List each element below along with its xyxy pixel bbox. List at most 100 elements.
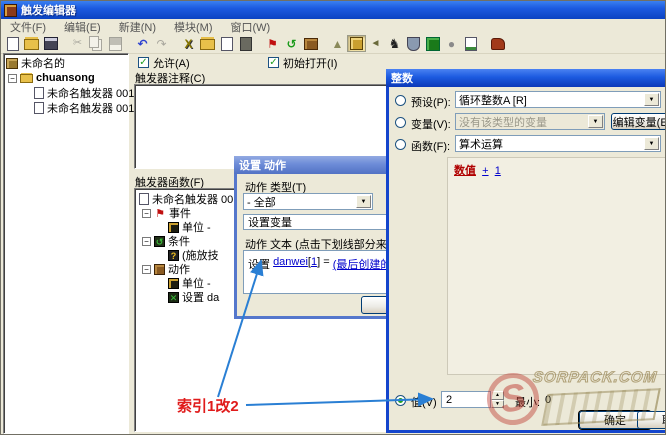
sound-editor-icon[interactable] [366,35,385,52]
integer-cancel-label: 取消 [662,412,666,428]
action-item-label: 设置 da [182,289,219,305]
min-value: 0 [545,394,551,406]
set-variable-icon: ✕ [168,292,179,303]
object-editor-icon[interactable] [385,35,404,52]
collapse-toggle[interactable]: − [8,74,17,83]
variables-icon[interactable] [179,35,198,52]
ftree-condition-item[interactable]: ? (施放技 [168,248,219,262]
question-icon: ? [168,250,179,261]
preset-radio[interactable] [395,95,406,106]
expression-op-link[interactable]: + [482,165,488,177]
action-icon [154,264,165,275]
menu-new[interactable]: 新建(N) [110,19,165,35]
tree-category-chuansong[interactable]: − chuansong [8,71,95,85]
dropdown-arrow-icon[interactable]: ▼ [588,115,603,128]
menu-edit[interactable]: 编辑(E) [55,19,110,35]
expression-a-link[interactable]: 数值 [454,165,476,177]
ftree-action-item-set[interactable]: ✕ 设置 da [168,290,219,304]
action-type-dropdown[interactable]: - 全部 ▼ [243,193,373,210]
save-map-icon[interactable] [41,35,60,52]
integer-cancel-button[interactable]: 取消 [637,411,666,429]
initially-on-checkbox-row[interactable]: ✓ 初始打开(I) [268,56,337,69]
dropdown-arrow-icon[interactable]: ▼ [644,93,659,106]
trigger-label: 未命名触发器 001 [47,85,134,101]
undo-icon[interactable] [133,35,152,52]
spinner-up-icon[interactable]: ▲ [491,391,504,400]
redo-icon[interactable] [152,35,171,52]
new-category-icon[interactable] [198,35,217,52]
test-map-icon[interactable] [488,35,507,52]
menu-module[interactable]: 模块(M) [165,19,222,35]
variable-radio[interactable] [395,117,406,128]
import-manager-icon[interactable] [461,35,480,52]
ftree-action-item-unit[interactable]: 单位 - [168,276,211,290]
dropdown-arrow-icon[interactable]: ▼ [356,195,371,208]
preset-dropdown[interactable]: 循环整数A [R] ▼ [455,91,661,108]
collapse-toggle[interactable]: − [142,237,151,246]
integer-dialog-titlebar[interactable]: 整数 [386,69,666,87]
value-input[interactable]: 2 [441,391,491,408]
trigger-editor-window: 触发编辑器 文件(F) 编辑(E) 新建(N) 模块(M) 窗口(W) [0,0,666,435]
spinner-down-icon[interactable]: ▼ [491,400,504,409]
enabled-checkbox[interactable]: ✓ [138,57,149,68]
collapse-toggle[interactable]: − [142,209,151,218]
trigger-editor-icon[interactable] [347,35,366,52]
new-map-icon[interactable] [3,35,22,52]
function-value: 算术运算 [459,136,503,152]
toolbar [1,34,666,54]
campaign-editor-icon[interactable] [404,35,423,52]
tree-trigger-001[interactable]: 未命名触发器 001 [34,86,134,100]
action-type-value: - 全部 [247,194,276,210]
tree-root-map[interactable]: 未命名的 [6,56,65,70]
min-label: 最小: [515,394,540,410]
copy-icon[interactable] [87,35,106,52]
trigger-tree-panel: 未命名的 − chuansong 未命名触发器 001 未命名触发器 001 复… [3,53,129,434]
dropdown-arrow-icon[interactable]: ▼ [644,137,659,150]
function-expression-box: 数值 + 1 [447,157,666,375]
cut-icon[interactable] [68,35,87,52]
window-titlebar[interactable]: 触发编辑器 [1,1,666,19]
ftree-event-item[interactable]: 单位 - [168,220,211,234]
value-radio[interactable] [395,395,406,406]
collapse-toggle[interactable]: − [142,265,151,274]
enabled-checkbox-row[interactable]: ✓ 允许(A) [138,56,190,69]
variable-link[interactable]: danwei [273,256,308,268]
paste-icon[interactable] [106,35,125,52]
object-manager-icon[interactable] [442,35,461,52]
expression-b-link[interactable]: 1 [495,165,501,177]
integer-dialog-title: 整数 [391,70,413,86]
edit-variable-button[interactable]: 编辑变量(E) [611,113,666,130]
new-trigger-icon[interactable] [217,35,236,52]
equals-sign: = [323,256,329,268]
initially-on-label: 初始打开(I) [283,55,337,71]
app-icon [4,4,17,17]
value-spinner[interactable]: ▲ ▼ [491,391,504,408]
ftree-conditions[interactable]: − ↺ 条件 [142,234,190,248]
function-label: 函数(F): [411,138,450,154]
ai-editor-icon[interactable] [423,35,442,52]
menu-file[interactable]: 文件(F) [1,19,55,35]
new-event-icon[interactable] [263,35,282,52]
preset-label: 预设(P): [411,94,451,110]
ftree-root-label: 未命名触发器 001 [152,191,239,207]
set-action-dialog-title: 设置 动作 [239,157,286,173]
ftree-events[interactable]: − ⚑ 事件 [142,206,191,220]
open-map-icon[interactable] [22,35,41,52]
value-label: 值(V) [411,394,437,410]
new-condition-icon[interactable] [282,35,301,52]
ftree-root[interactable]: 未命名触发器 001 [139,192,239,206]
menu-window[interactable]: 窗口(W) [222,19,280,35]
new-comment-icon[interactable] [236,35,255,52]
ftree-actions[interactable]: − 动作 [142,262,190,276]
action-list-item[interactable]: 设置变量 [248,214,292,230]
menubar: 文件(F) 编辑(E) 新建(N) 模块(M) 窗口(W) [1,19,666,34]
trigger-doc-icon [139,193,149,205]
function-dropdown[interactable]: 算术运算 ▼ [455,135,661,152]
unit-event-icon [168,222,179,233]
variable-dropdown[interactable]: 没有该类型的变量 ▼ [455,113,605,130]
terrain-editor-icon[interactable] [328,35,347,52]
initially-on-checkbox[interactable]: ✓ [268,57,279,68]
integer-dialog: 整数 预设(P): 循环整数A [R] ▼ 变量(V): 没有该类型的变量 ▼ … [386,69,666,433]
function-radio[interactable] [395,139,406,150]
new-action-icon[interactable] [301,35,320,52]
